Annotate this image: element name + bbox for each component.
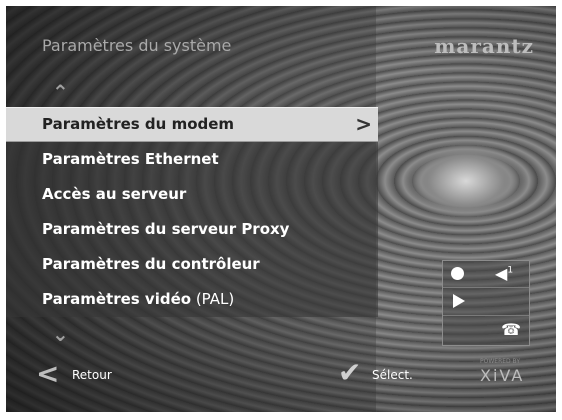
chevron-right-icon: > xyxy=(355,112,372,136)
status-row-play xyxy=(443,289,529,316)
menu-item-video-settings[interactable]: Paramètres vidéo (PAL) xyxy=(6,282,378,317)
xiva-tagline: POWERED BY xyxy=(480,358,521,365)
menu-item-label: Accès au serveur xyxy=(42,185,187,203)
menu-item-label-suffix: (PAL) xyxy=(191,290,235,308)
xiva-logo: XiVA xyxy=(480,366,525,385)
tv-screen: Paramètres du système marantz ⌃ Paramètr… xyxy=(6,6,556,412)
brand-logo: marantz xyxy=(434,34,534,58)
volume-level: 1 xyxy=(507,265,514,276)
status-row-phone: ☎ xyxy=(443,317,529,343)
menu-item-label: Paramètres du modem xyxy=(42,115,235,133)
status-row-record: ◀1 xyxy=(443,261,529,288)
record-icon xyxy=(451,267,464,280)
menu-item-ethernet-settings[interactable]: Paramètres Ethernet xyxy=(6,142,378,177)
chevron-down-icon[interactable]: ⌄ xyxy=(52,322,69,346)
checkmark-icon[interactable]: ✔ xyxy=(338,358,361,388)
menu-item-label: Paramètres Ethernet xyxy=(42,150,219,168)
menu-item-proxy-settings[interactable]: Paramètres du serveur Proxy xyxy=(6,212,378,247)
menu-item-server-access[interactable]: Accès au serveur xyxy=(6,177,378,212)
menu-item-modem-settings[interactable]: Paramètres du modem > xyxy=(6,107,378,142)
volume-icon: ◀1 xyxy=(495,264,514,283)
back-arrow-icon[interactable]: < xyxy=(36,360,59,388)
menu-item-controller-settings[interactable]: Paramètres du contrôleur xyxy=(6,247,378,282)
settings-menu: Paramètres du modem > Paramètres Etherne… xyxy=(6,107,378,317)
menu-item-label: Paramètres du contrôleur xyxy=(42,255,260,273)
select-button-label[interactable]: Sélect. xyxy=(372,368,413,382)
chevron-up-icon[interactable]: ⌃ xyxy=(52,80,69,104)
phone-icon: ☎ xyxy=(501,320,521,339)
menu-item-label: Paramètres vidéo xyxy=(42,290,192,308)
status-panel: ◀1 ☎ xyxy=(442,260,530,346)
menu-item-label: Paramètres du serveur Proxy xyxy=(42,220,290,238)
play-icon xyxy=(453,294,465,308)
back-button-label[interactable]: Retour xyxy=(72,368,112,382)
page-title: Paramètres du système xyxy=(42,36,232,55)
